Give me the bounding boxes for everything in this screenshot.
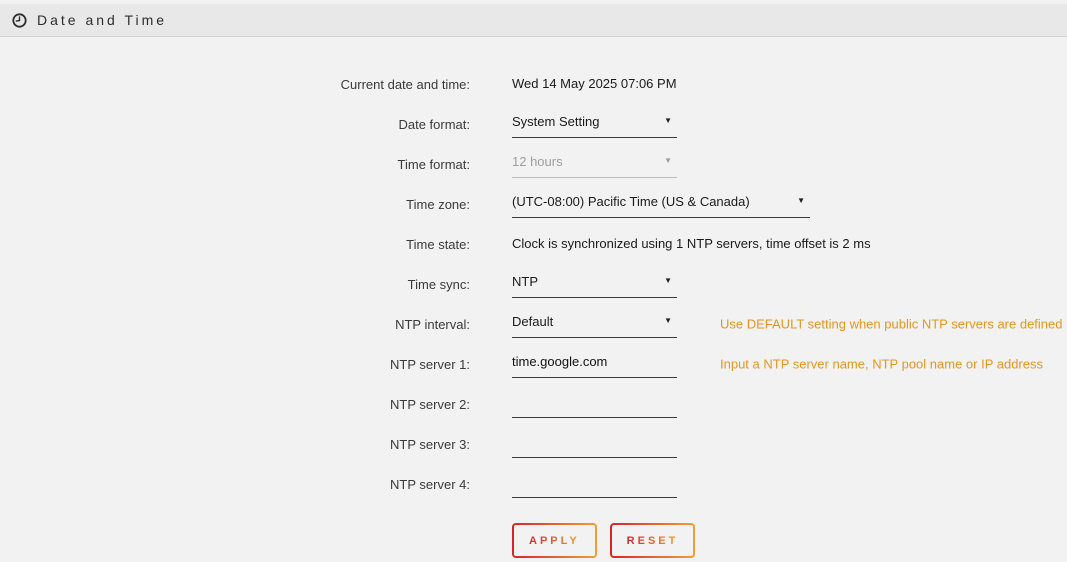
- row-time-zone: Time zone: (UTC-08:00) Pacific Time (US …: [0, 184, 1067, 224]
- chevron-down-icon: ▼: [797, 197, 805, 205]
- selected-value: NTP: [512, 274, 538, 289]
- field-label: Time format:: [0, 157, 470, 172]
- date-format-select[interactable]: System Setting ▼: [512, 111, 677, 138]
- field-label: Date format:: [0, 117, 470, 132]
- row-current-date-time: Current date and time: Wed 14 May 2025 0…: [0, 64, 1067, 104]
- date-time-form: Current date and time: Wed 14 May 2025 0…: [0, 37, 1067, 558]
- time-sync-select[interactable]: NTP ▼: [512, 271, 677, 298]
- ntp-server-1-input[interactable]: [512, 351, 677, 378]
- row-time-sync: Time sync: NTP ▼: [0, 264, 1067, 304]
- row-ntp-interval: NTP interval: Default ▼ Use DEFAULT sett…: [0, 304, 1067, 344]
- selected-value: Default: [512, 314, 553, 329]
- field-label: NTP server 1:: [0, 357, 470, 372]
- row-ntp-server-3: NTP server 3:: [0, 424, 1067, 464]
- selected-value: 12 hours: [512, 154, 563, 169]
- ntp-server-4-input[interactable]: [512, 471, 677, 498]
- row-time-format: Time format: 12 hours ▼: [0, 144, 1067, 184]
- chevron-down-icon: ▼: [664, 277, 672, 285]
- field-label: NTP server 4:: [0, 477, 470, 492]
- field-label: Time state:: [0, 237, 470, 252]
- field-label: NTP interval:: [0, 317, 470, 332]
- date-time-panel: Date and Time Current date and time: Wed…: [0, 4, 1067, 562]
- form-actions: APPLY RESET: [512, 523, 1067, 558]
- selected-value: System Setting: [512, 114, 599, 129]
- time-format-select: 12 hours ▼: [512, 151, 677, 178]
- row-date-format: Date format: System Setting ▼: [0, 104, 1067, 144]
- ntp-server-2-input[interactable]: [512, 391, 677, 418]
- selected-value: (UTC-08:00) Pacific Time (US & Canada): [512, 194, 750, 209]
- current-date-time-value: Wed 14 May 2025 07:06 PM: [512, 76, 677, 91]
- clock-icon: [11, 12, 28, 29]
- ntp-interval-hint: Use DEFAULT setting when public NTP serv…: [720, 317, 1063, 332]
- row-time-state: Time state: Clock is synchronized using …: [0, 224, 1067, 264]
- panel-header: Date and Time: [0, 4, 1067, 37]
- ntp-server-hint: Input a NTP server name, NTP pool name o…: [720, 357, 1043, 372]
- apply-button[interactable]: APPLY: [512, 523, 597, 558]
- chevron-down-icon: ▼: [664, 157, 672, 165]
- page-title: Date and Time: [37, 12, 167, 28]
- row-ntp-server-2: NTP server 2:: [0, 384, 1067, 424]
- reset-button[interactable]: RESET: [610, 523, 696, 558]
- row-ntp-server-1: NTP server 1: Input a NTP server name, N…: [0, 344, 1067, 384]
- chevron-down-icon: ▼: [664, 117, 672, 125]
- chevron-down-icon: ▼: [664, 317, 672, 325]
- row-ntp-server-4: NTP server 4:: [0, 464, 1067, 504]
- ntp-interval-select[interactable]: Default ▼: [512, 311, 677, 338]
- field-label: Time sync:: [0, 277, 470, 292]
- time-zone-select[interactable]: (UTC-08:00) Pacific Time (US & Canada) ▼: [512, 191, 810, 218]
- field-label: Time zone:: [0, 197, 470, 212]
- field-label: NTP server 2:: [0, 397, 470, 412]
- field-label: NTP server 3:: [0, 437, 470, 452]
- field-label: Current date and time:: [0, 77, 470, 92]
- time-state-value: Clock is synchronized using 1 NTP server…: [512, 236, 871, 251]
- ntp-server-3-input[interactable]: [512, 431, 677, 458]
